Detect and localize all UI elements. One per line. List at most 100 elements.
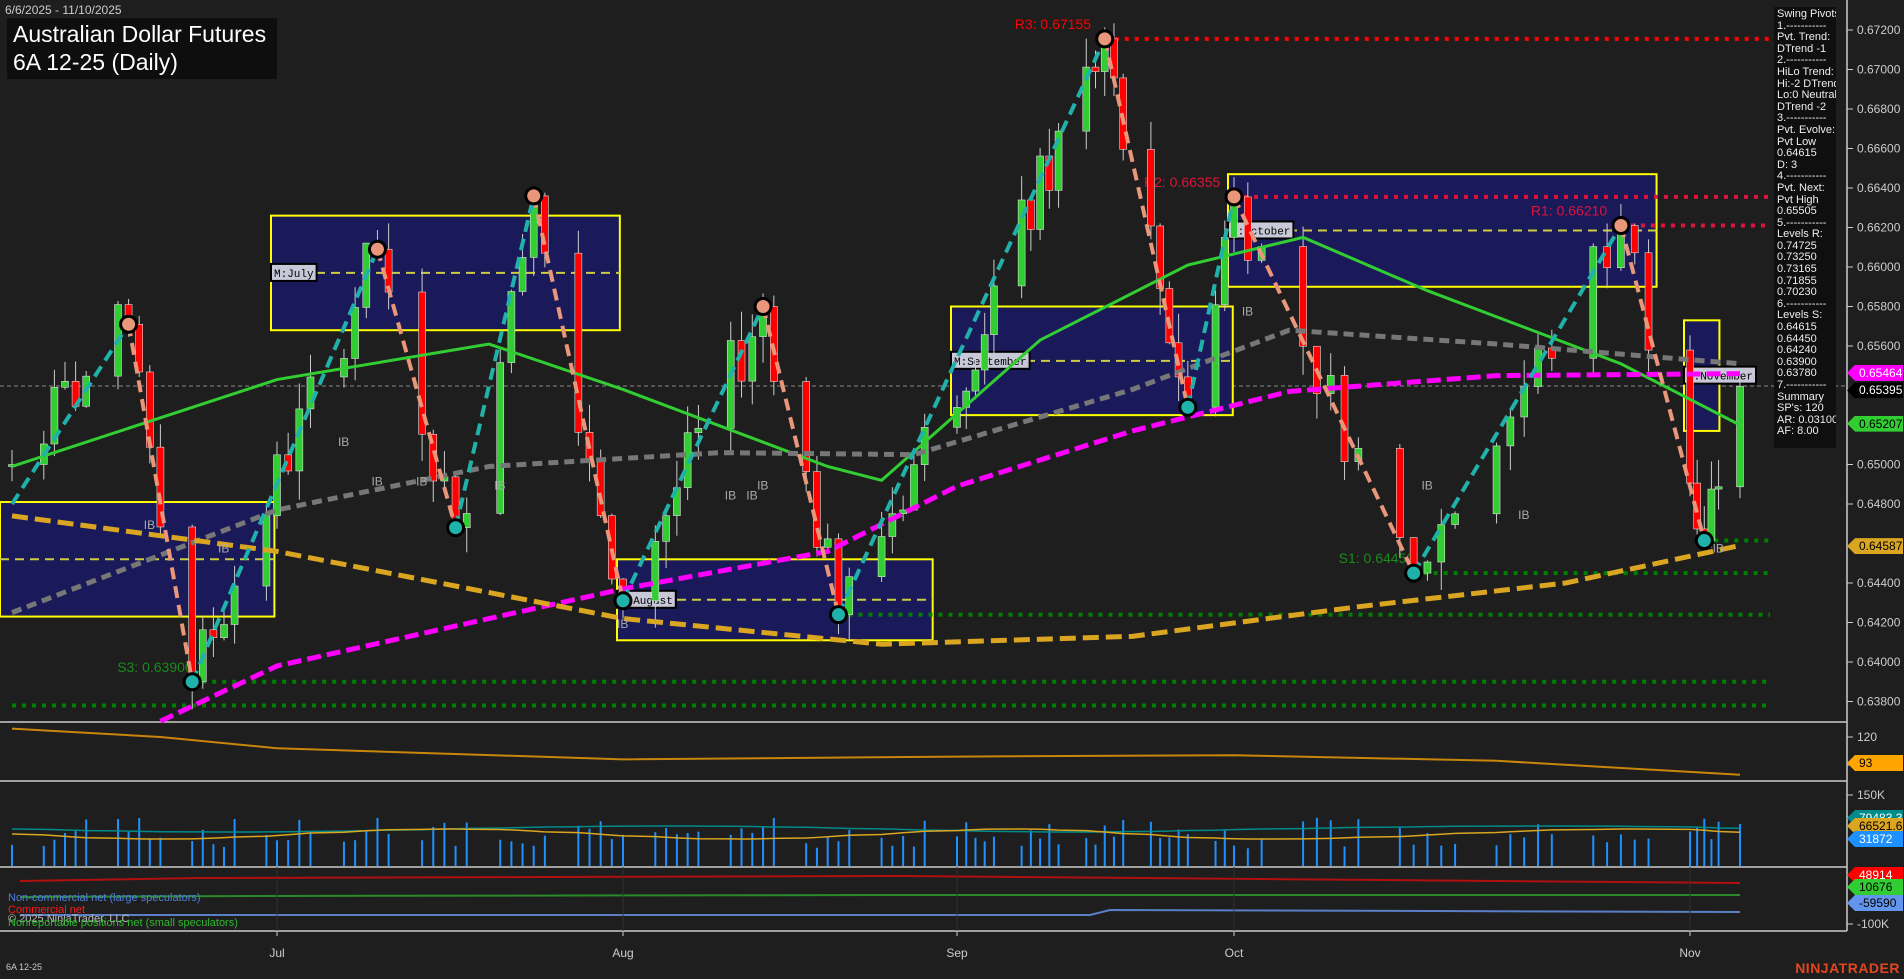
ib-label: IB [757,479,768,493]
ib-label: IB [416,475,427,489]
pivot-level-label: R1: 0.66210 [1531,203,1607,219]
candle-up [726,340,735,429]
swing-low-marker [182,672,202,692]
info-line: HiLo Trend: [1777,65,1834,78]
price-chart[interactable]: 0.67200 0.67000 0.66800 0.66600 0.66400 0.662… [0,0,1904,979]
chart-title-box: Australian Dollar Futures 6A 12-25 (Dail… [7,18,277,79]
candle-up [61,381,69,388]
swing-low-marker [1694,531,1714,551]
x-axis-label: Oct [1224,946,1244,960]
legend-nonreportable: Nonreportable positions net (small specu… [8,917,238,929]
price-tag: 0.65207 [1847,415,1903,432]
candle-up [823,538,832,548]
candle-down [1396,448,1404,538]
volume-tick-label: 150K [1857,788,1885,802]
pivot-level-label: R3: 0.67155 [1015,16,1091,32]
swing-pivots-panel: Swing Pivots 1.----------- Pvt. Trend: DTre… [1774,7,1836,448]
ib-label: IB [1518,508,1529,522]
info-line: 7.----------- [1777,379,1827,391]
price-tag: 0.64587 [1847,538,1903,555]
ib-label: IB [144,518,155,532]
y-tick-label: 0.65000 [1857,458,1901,472]
ib-label: IB [371,475,382,489]
candle-up [1492,445,1501,515]
info-line: 0.64615 [1777,147,1817,160]
price-tag: 0.65464 [1847,364,1903,381]
swing-high-marker [367,239,387,259]
candle-up [1423,561,1432,574]
cot-value-tag: 10676 [1847,879,1903,895]
candle-up [1714,486,1723,490]
swing-low-marker [446,518,466,538]
cot-value-tag: -59590 [1847,895,1903,911]
candle-down [1630,225,1639,254]
month-label: M:July [274,269,314,281]
ib-label: IB [1242,305,1253,319]
nonreportable-net-line [19,894,1740,898]
ib-label: IB [1713,542,1724,556]
candle-up [1589,246,1598,359]
pivot-level-label: S3: 0.63900 [117,659,193,675]
candle-up [1036,155,1044,230]
candle-down [1603,246,1611,269]
candle-down [146,371,154,448]
legend-noncommercial: Non-commercial net (large speculators) [8,892,201,904]
swing-high-marker [524,186,544,206]
candle-down [1686,349,1694,484]
swing-high-marker [1611,216,1631,236]
swing-high-marker [1095,29,1115,49]
swing-low-marker [613,591,633,611]
x-axis-label: Nov [1679,946,1701,960]
atr-value-tag: 93 [1847,755,1903,771]
x-axis-label: Sep [946,946,968,960]
candle-down [1091,66,1100,72]
x-axis-label: Aug [612,946,634,960]
commercial-net-line [19,874,1741,884]
swing-low-marker [828,605,848,625]
candle-up [351,307,359,359]
month-label: M:October [1231,226,1290,238]
pivot-level-label: S1: 0.64450 [1339,550,1415,566]
ib-label: IB [494,479,505,493]
swing-high-marker [753,297,773,316]
info-line: AF: 8.00 [1777,425,1819,438]
footer-symbol: 6A 12-25 [6,962,43,972]
y-tick-label: 0.65800 [1857,300,1901,314]
candle-up [1736,386,1744,488]
candle-up [295,408,304,472]
swing-low-marker [1404,563,1424,583]
info-line: Swing Pivots [1777,8,1836,20]
noncommercial-net-line [20,908,1741,916]
info-line: Lo:0 Neutral [1777,89,1836,102]
candle-up [518,257,527,292]
price-tag: 0.65395 [1847,382,1903,399]
candle-down [418,291,426,435]
y-tick-label: 0.64400 [1857,576,1901,590]
candle-down [1147,148,1155,227]
candle-up [990,285,998,335]
candle-up [971,369,980,392]
ib-label: IB [746,488,757,502]
info-line: Pvt. Next: [1777,181,1825,194]
ninjatrader-logo: NINJATRADER [1795,960,1900,976]
candle-up [651,541,660,602]
candle-down [1027,199,1035,230]
candle-up [1211,304,1220,408]
pivot-level-label: R2: 0.66355 [1144,174,1220,190]
candle-down [1340,375,1349,462]
volume-avg-line [11,825,1741,833]
y-tick-label: 0.63800 [1857,695,1901,709]
candle-up [748,336,757,382]
cot-tick-label: -100K [1857,917,1889,931]
atr-tick-label: 120 [1857,730,1877,744]
candle-up [1506,416,1515,447]
ib-label: IB [338,435,349,449]
y-tick-label: 0.65600 [1857,339,1901,353]
atr-line [11,727,1741,776]
info-line: 0.73165 [1777,263,1817,276]
candle-up [899,509,907,515]
y-tick-label: 0.66400 [1857,181,1901,195]
info-line: 0.64615 [1777,321,1817,334]
candle-down [188,526,196,683]
y-tick-label: 0.64800 [1857,497,1901,511]
